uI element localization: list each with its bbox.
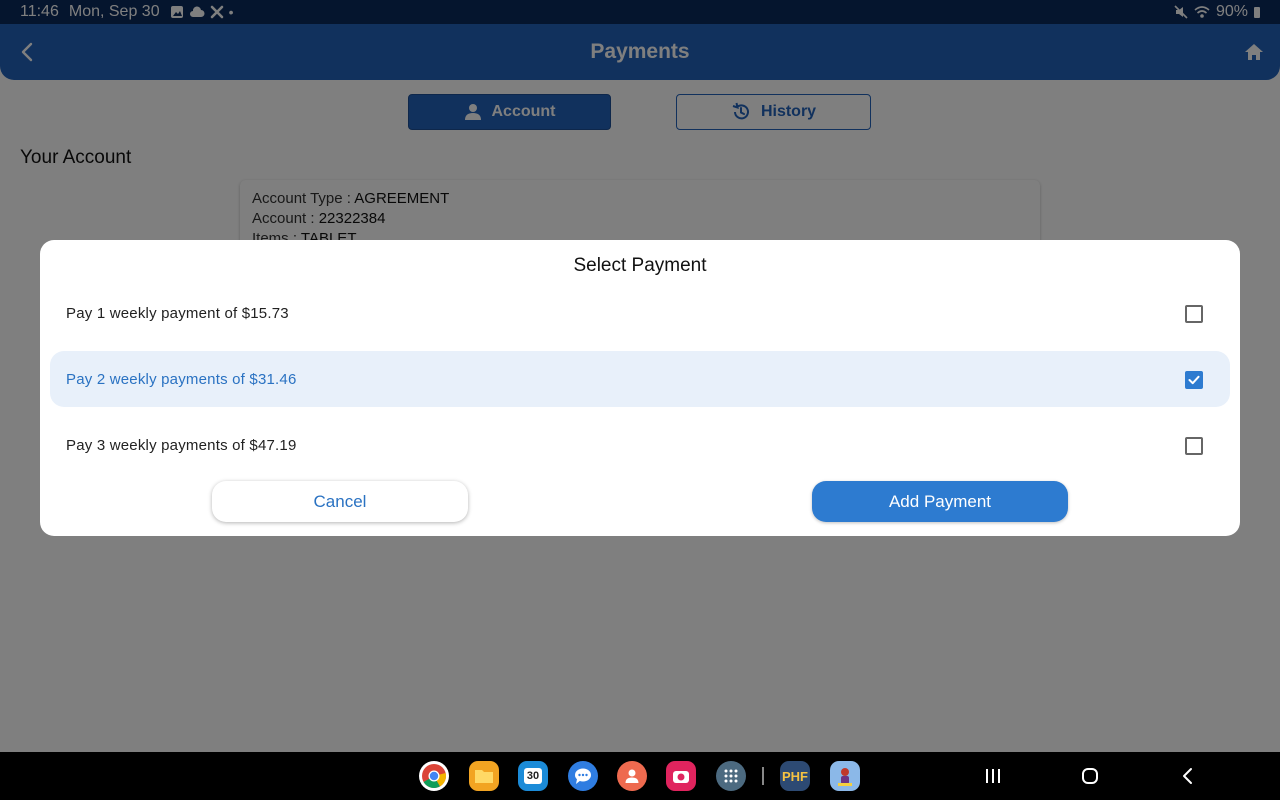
phf-app-icon[interactable]: PHF (780, 761, 810, 791)
back-nav-icon[interactable] (1176, 764, 1200, 788)
payment-option-checkbox[interactable] (1185, 371, 1203, 389)
payment-option-checkbox[interactable] (1185, 305, 1203, 323)
payment-option-label: Pay 2 weekly payments of $31.46 (66, 370, 297, 388)
payment-option-label: Pay 1 weekly payment of $15.73 (66, 304, 289, 322)
contacts-icon[interactable] (617, 761, 647, 791)
payment-option-1[interactable]: Pay 1 weekly payment of $15.73 (50, 285, 1230, 341)
add-payment-button[interactable]: Add Payment (812, 481, 1068, 522)
files-folder-icon[interactable] (469, 761, 499, 791)
cancel-button[interactable]: Cancel (212, 481, 468, 522)
camera-icon[interactable] (666, 761, 696, 791)
app-drawer-icon[interactable] (716, 761, 746, 791)
checkmark-icon (1188, 375, 1200, 385)
dialog-title: Select Payment (573, 255, 707, 276)
game-app-icon[interactable] (830, 761, 860, 791)
phf-app-label: PHF (782, 768, 808, 784)
dock-separator (762, 767, 764, 785)
payment-option-label: Pay 3 weekly payments of $47.19 (66, 436, 297, 454)
select-payment-dialog: Select Payment Pay 1 weekly payment of $… (40, 240, 1240, 536)
home-nav-icon[interactable] (1078, 764, 1102, 788)
calendar-icon[interactable]: 30 (518, 761, 548, 791)
payment-option-3[interactable]: Pay 3 weekly payments of $47.19 (50, 417, 1230, 473)
messages-icon[interactable] (568, 761, 598, 791)
navigation-bar: 30 PHF (0, 752, 1280, 800)
payment-option-2[interactable]: Pay 2 weekly payments of $31.46 (50, 351, 1230, 407)
calendar-day: 30 (523, 768, 543, 784)
payment-option-checkbox[interactable] (1185, 437, 1203, 455)
recent-apps-icon[interactable] (981, 764, 1005, 788)
chrome-icon[interactable] (419, 761, 449, 791)
